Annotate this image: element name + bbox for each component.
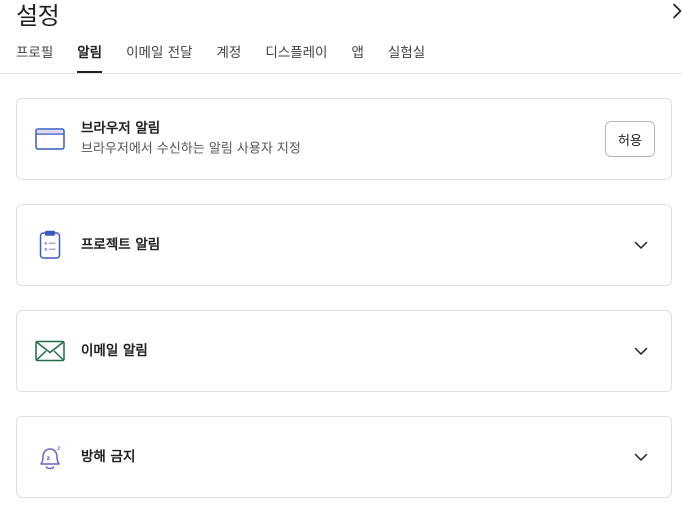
tab-email-forwarding[interactable]: 이메일 전달 xyxy=(126,44,192,73)
tab-profile[interactable]: 프로필 xyxy=(16,44,53,73)
envelope-icon xyxy=(35,336,65,366)
tab-notifications[interactable]: 알림 xyxy=(77,44,102,73)
allow-button[interactable]: 허용 xyxy=(605,121,655,157)
close-button[interactable] xyxy=(670,0,682,22)
email-notifications-card[interactable]: 이메일 알림 xyxy=(16,310,672,392)
browser-notifications-description: 브라우저에서 수신하는 알림 사용자 지정 xyxy=(81,141,301,157)
tab-display[interactable]: 디스플레이 xyxy=(265,44,327,73)
settings-tabs: 프로필 알림 이메일 전달 계정 디스플레이 앱 실험실 xyxy=(16,44,425,73)
email-notifications-text: 이메일 알림 xyxy=(81,341,148,361)
project-notifications-card[interactable]: 프로젝트 알림 xyxy=(16,204,672,286)
email-notifications-expand[interactable] xyxy=(633,343,649,359)
browser-notifications-text: 브라우저 알림 브라우저에서 수신하는 알림 사용자 지정 xyxy=(81,119,301,160)
clipboard-icon xyxy=(35,230,65,260)
chevron-down-icon xyxy=(634,453,648,461)
tab-account[interactable]: 계정 xyxy=(217,44,242,73)
settings-page: 설정 프로필 알림 이메일 전달 계정 디스플레이 앱 실험실 브라우저 알림 … xyxy=(0,0,682,512)
browser-window-icon xyxy=(35,124,65,154)
tab-labs[interactable]: 실험실 xyxy=(388,44,425,73)
svg-text:z: z xyxy=(47,455,51,462)
email-notifications-label: 이메일 알림 xyxy=(81,343,148,359)
project-notifications-text: 프로젝트 알림 xyxy=(81,235,160,255)
tab-apps[interactable]: 앱 xyxy=(351,44,363,73)
svg-text:z: z xyxy=(57,445,61,452)
chevron-down-icon xyxy=(634,241,648,249)
do-not-disturb-text: 방해 금지 xyxy=(81,447,135,467)
do-not-disturb-expand[interactable] xyxy=(633,449,649,465)
chevron-right-icon xyxy=(673,3,682,19)
page-title: 설정 xyxy=(16,2,60,30)
browser-notifications-label: 브라우저 알림 xyxy=(81,120,161,137)
do-not-disturb-label: 방해 금지 xyxy=(81,449,136,465)
project-notifications-label: 프로젝트 알림 xyxy=(81,237,161,253)
chevron-down-icon xyxy=(634,347,648,355)
browser-notifications-card: 브라우저 알림 브라우저에서 수신하는 알림 사용자 지정 허용 xyxy=(16,98,672,180)
tabs-divider xyxy=(0,73,682,74)
project-notifications-expand[interactable] xyxy=(633,237,649,253)
bell-snooze-icon: z z xyxy=(35,442,65,472)
do-not-disturb-card[interactable]: z z 방해 금지 xyxy=(16,416,672,498)
